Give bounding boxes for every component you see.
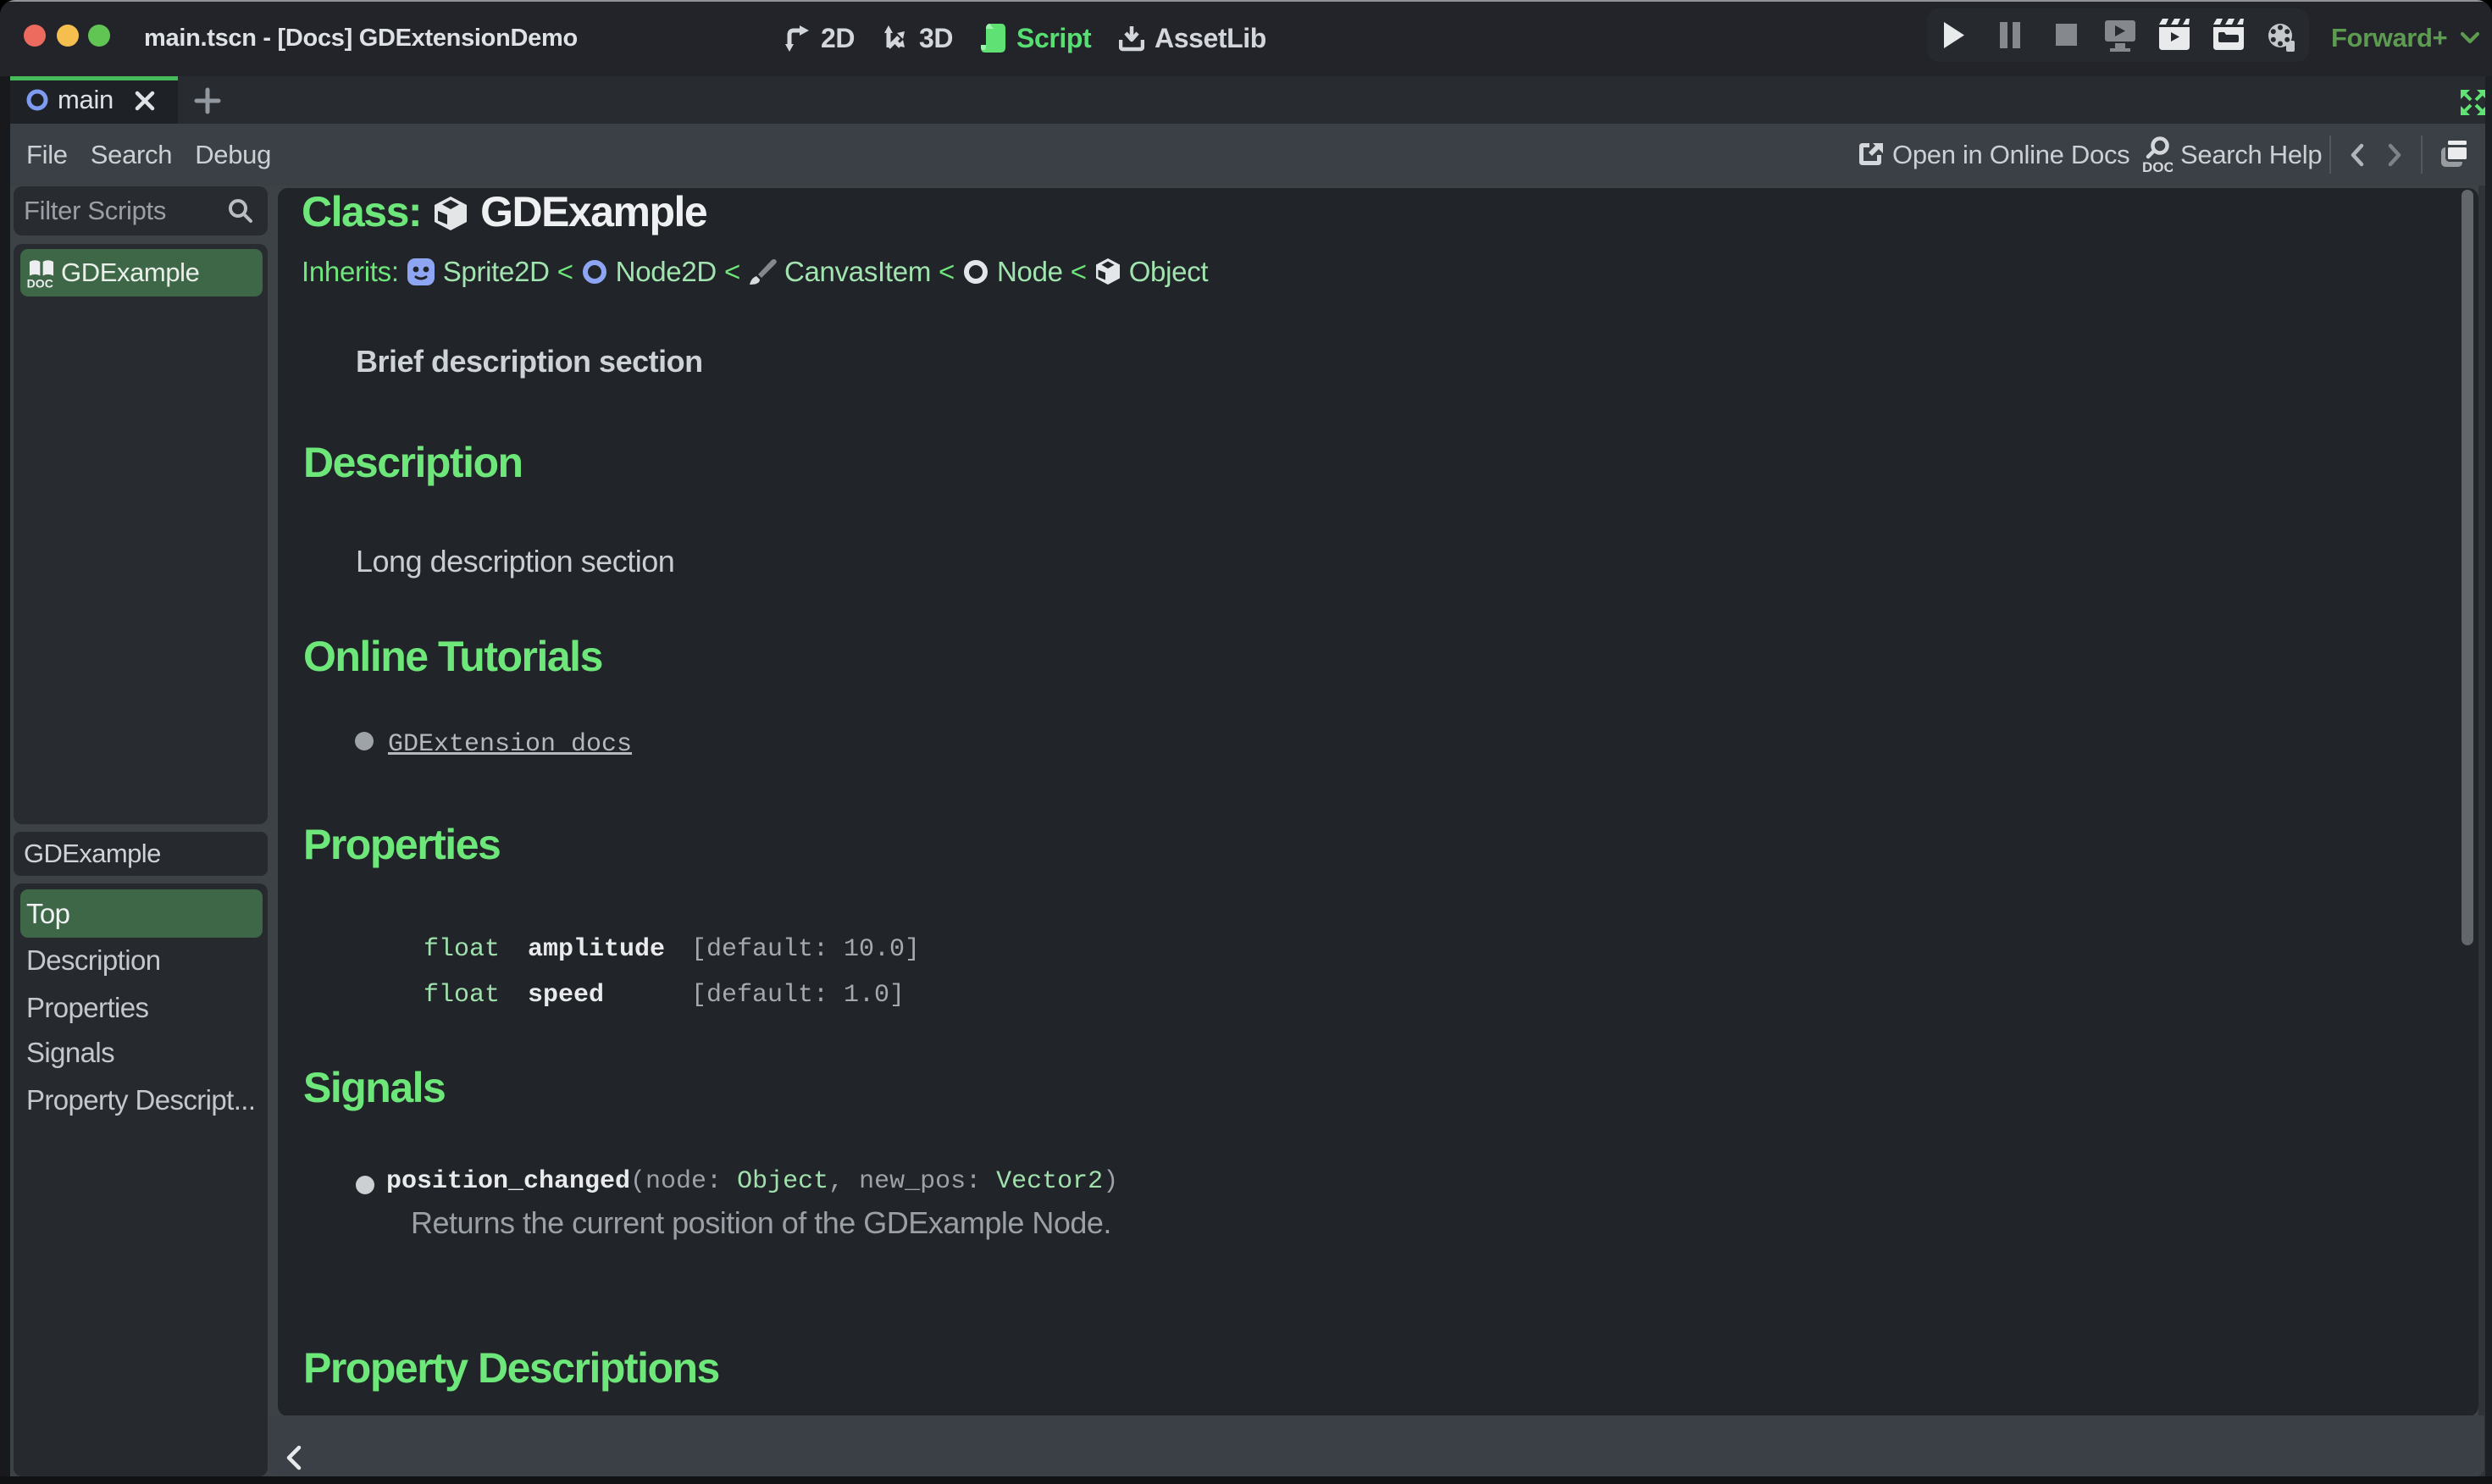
svg-text:DOC: DOC xyxy=(2142,159,2173,174)
svg-text:DOC: DOC xyxy=(27,277,53,291)
